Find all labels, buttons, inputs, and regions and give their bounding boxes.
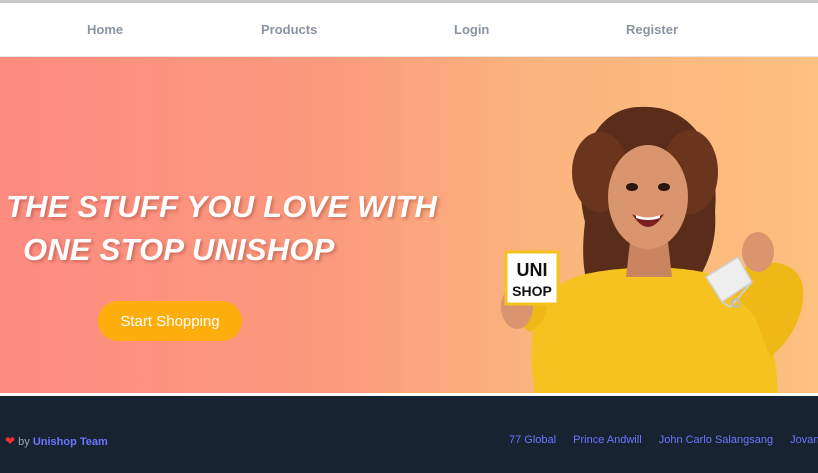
card-text-uni: UNI xyxy=(517,260,548,280)
footer-link-john-carlo[interactable]: John Carlo Salangsang xyxy=(659,434,773,446)
footer-link-77-global[interactable]: 77 Global xyxy=(509,434,556,446)
hero-banner: THE STUFF YOU LOVE WITH ONE STOP UNISHOP… xyxy=(0,57,818,393)
nav-login-link[interactable]: Login xyxy=(454,22,489,37)
heart-icon: ❤ xyxy=(5,434,16,448)
hero-headline-line-1: THE STUFF YOU LOVE WITH xyxy=(6,189,438,224)
footer-credit: ❤ by Unishop Team xyxy=(5,434,108,448)
card-text-shop: SHOP xyxy=(512,283,552,299)
footer-by-text: by xyxy=(18,436,30,448)
footer-link-prince-andwill[interactable]: Prince Andwill xyxy=(573,434,641,446)
footer-link-jovanie[interactable]: Jovanie xyxy=(790,434,818,446)
nav-home-link[interactable]: Home xyxy=(87,22,123,37)
hero-headline-line-2: ONE STOP UNISHOP xyxy=(23,232,335,267)
hero-model-image: UNI SHOP xyxy=(501,106,804,393)
footer-team-link[interactable]: Unishop Team xyxy=(33,436,108,448)
footer-links: 77 Global Prince Andwill John Carlo Sala… xyxy=(509,434,818,446)
hero-headline: THE STUFF YOU LOVE WITH ONE STOP UNISHOP xyxy=(6,185,437,271)
nav-products-link[interactable]: Products xyxy=(261,22,317,37)
site-footer: ❤ by Unishop Team 77 Global Prince Andwi… xyxy=(0,396,818,473)
start-shopping-button[interactable]: Start Shopping xyxy=(98,301,242,341)
nav-register-link[interactable]: Register xyxy=(626,22,678,37)
top-navigation: Home Products Login Register xyxy=(0,3,818,57)
